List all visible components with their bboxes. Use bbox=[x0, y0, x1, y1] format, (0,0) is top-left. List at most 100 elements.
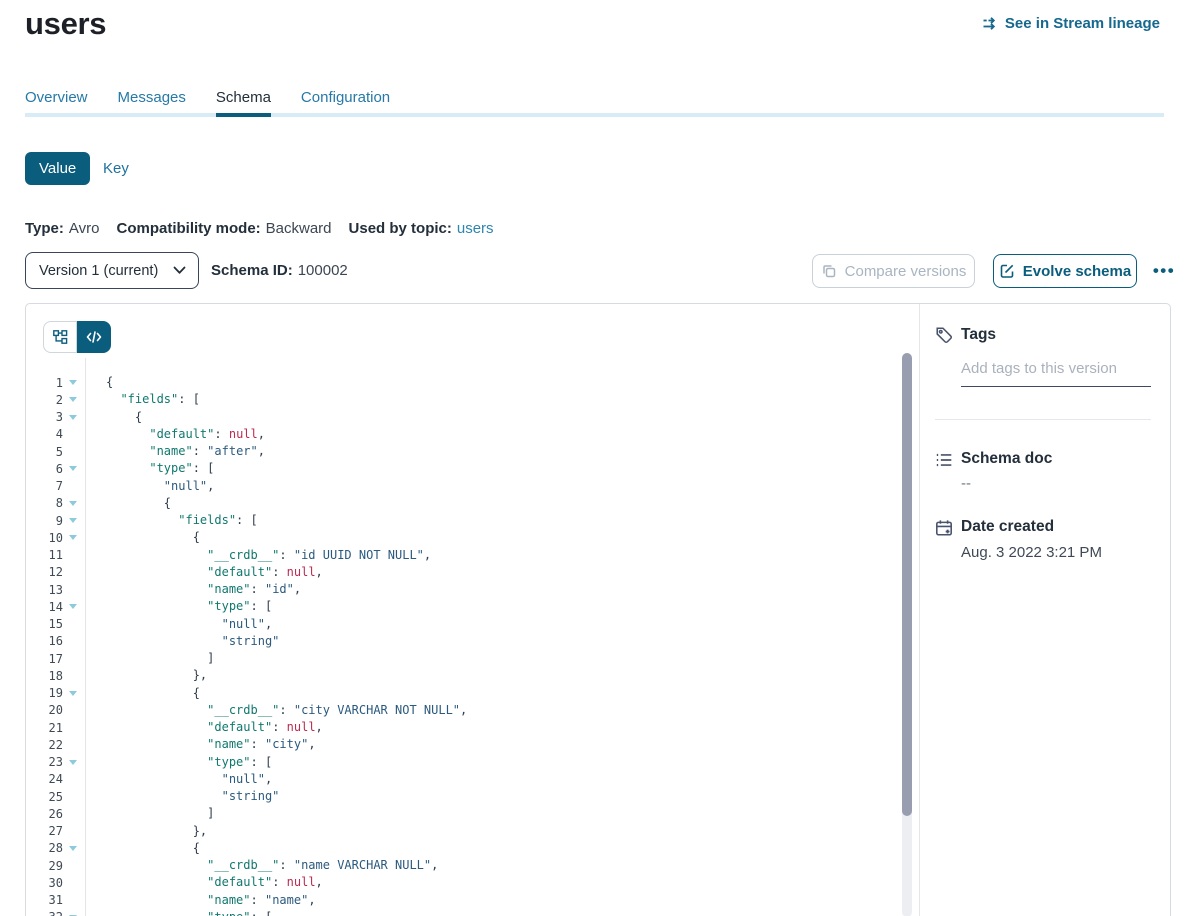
line-number: 28 bbox=[26, 841, 63, 855]
sidebar-divider bbox=[919, 304, 920, 916]
version-select[interactable]: Version 1 (current) bbox=[25, 252, 199, 289]
line-number: 32 bbox=[26, 910, 63, 916]
gutter-row: 4 bbox=[26, 426, 82, 443]
code-line: "__crdb__": "name VARCHAR NULL", bbox=[106, 857, 896, 874]
line-number: 13 bbox=[26, 583, 63, 597]
line-number: 19 bbox=[26, 686, 63, 700]
gutter-row: 22 bbox=[26, 736, 82, 753]
schema-doc-value: -- bbox=[961, 475, 971, 492]
fold-arrow-icon[interactable] bbox=[69, 415, 77, 420]
fold-arrow-icon[interactable] bbox=[69, 760, 77, 765]
gutter-row: 5 bbox=[26, 443, 82, 460]
tab-bar: Overview Messages Schema Configuration bbox=[25, 89, 390, 113]
code-view-icon bbox=[86, 330, 102, 344]
gutter-row: 24 bbox=[26, 771, 82, 788]
add-tags-input[interactable] bbox=[961, 356, 1151, 387]
tab-configuration[interactable]: Configuration bbox=[301, 89, 390, 113]
gutter-row: 2 bbox=[26, 391, 82, 408]
line-number: 7 bbox=[26, 479, 63, 493]
code-line: "null", bbox=[106, 616, 896, 633]
schema-meta-row: Type: Avro Compatibility mode: Backward … bbox=[25, 220, 494, 237]
evolve-schema-button[interactable]: Evolve schema bbox=[993, 254, 1137, 288]
gutter-row: 23 bbox=[26, 754, 82, 771]
line-number: 2 bbox=[26, 393, 63, 407]
version-select-value: Version 1 (current) bbox=[39, 263, 158, 279]
line-number: 8 bbox=[26, 496, 63, 510]
fold-arrow-icon[interactable] bbox=[69, 466, 77, 471]
code-line: }, bbox=[106, 823, 896, 840]
gutter-row: 7 bbox=[26, 478, 82, 495]
gutter-row: 21 bbox=[26, 719, 82, 736]
code-line: "__crdb__": "city VARCHAR NOT NULL", bbox=[106, 702, 896, 719]
code-line: "fields": [ bbox=[106, 512, 896, 529]
code-line: { bbox=[106, 529, 896, 546]
line-number: 27 bbox=[26, 824, 63, 838]
tab-schema[interactable]: Schema bbox=[216, 89, 271, 113]
schema-detail-panel: 1234567891011121314151617181920212223242… bbox=[25, 303, 1171, 916]
fold-arrow-icon[interactable] bbox=[69, 535, 77, 540]
line-number: 17 bbox=[26, 652, 63, 666]
line-number: 29 bbox=[26, 859, 63, 873]
code-line: { bbox=[106, 409, 896, 426]
line-number: 1 bbox=[26, 376, 63, 390]
code-line: "default": null, bbox=[106, 426, 896, 443]
schema-id-value: 100002 bbox=[298, 262, 348, 279]
line-number: 15 bbox=[26, 617, 63, 631]
code-line: "string" bbox=[106, 633, 896, 650]
code-line: "fields": [ bbox=[106, 391, 896, 408]
schema-code-editor[interactable]: { "fields": [ { "default": null, "name":… bbox=[106, 374, 896, 916]
tags-section-divider bbox=[935, 419, 1151, 420]
line-number: 22 bbox=[26, 738, 63, 752]
gutter-row: 8 bbox=[26, 495, 82, 512]
line-number: 5 bbox=[26, 445, 63, 459]
code-line: "null", bbox=[106, 478, 896, 495]
code-line: "name": "city", bbox=[106, 736, 896, 753]
fold-arrow-icon[interactable] bbox=[69, 397, 77, 402]
line-number: 11 bbox=[26, 548, 63, 562]
fold-arrow-icon[interactable] bbox=[69, 501, 77, 506]
tree-view-button[interactable] bbox=[43, 321, 77, 353]
key-toggle-link[interactable]: Key bbox=[103, 160, 129, 177]
value-toggle-button[interactable]: Value bbox=[25, 152, 90, 185]
line-number: 3 bbox=[26, 410, 63, 424]
more-options-button[interactable]: ••• bbox=[1142, 252, 1186, 289]
gutter-row: 10 bbox=[26, 529, 82, 546]
code-line: }, bbox=[106, 667, 896, 684]
compatibility-label: Compatibility mode: bbox=[116, 220, 260, 237]
tab-overview[interactable]: Overview bbox=[25, 89, 88, 113]
fold-arrow-icon[interactable] bbox=[69, 846, 77, 851]
scrollbar-thumb[interactable] bbox=[902, 353, 912, 816]
gutter-row: 15 bbox=[26, 616, 82, 633]
fold-arrow-icon[interactable] bbox=[69, 691, 77, 696]
gutter-divider bbox=[85, 358, 86, 916]
gutter-row: 17 bbox=[26, 650, 82, 667]
tab-messages[interactable]: Messages bbox=[118, 89, 186, 113]
gutter-row: 16 bbox=[26, 633, 82, 650]
gutter-row: 1 bbox=[26, 374, 82, 391]
code-line: "name": "after", bbox=[106, 443, 896, 460]
code-view-button[interactable] bbox=[77, 321, 111, 353]
code-line: "null", bbox=[106, 771, 896, 788]
gutter-row: 19 bbox=[26, 685, 82, 702]
fold-arrow-icon[interactable] bbox=[69, 604, 77, 609]
code-line: ] bbox=[106, 805, 896, 822]
compare-versions-button[interactable]: Compare versions bbox=[812, 254, 975, 288]
line-number: 25 bbox=[26, 790, 63, 804]
date-created-value: Aug. 3 2022 3:21 PM bbox=[961, 544, 1102, 561]
fold-arrow-icon[interactable] bbox=[69, 380, 77, 385]
line-number: 18 bbox=[26, 669, 63, 683]
code-line: "type": [ bbox=[106, 598, 896, 615]
code-line: "string" bbox=[106, 788, 896, 805]
topic-link[interactable]: users bbox=[457, 220, 494, 237]
code-line: "default": null, bbox=[106, 719, 896, 736]
code-line: "default": null, bbox=[106, 874, 896, 891]
gutter-row: 14 bbox=[26, 598, 82, 615]
gutter-row: 3 bbox=[26, 409, 82, 426]
fold-arrow-icon[interactable] bbox=[69, 518, 77, 523]
schema-doc-icon bbox=[935, 451, 953, 469]
code-line: { bbox=[106, 840, 896, 857]
line-number: 30 bbox=[26, 876, 63, 890]
gutter-row: 20 bbox=[26, 702, 82, 719]
stream-lineage-link[interactable]: See in Stream lineage bbox=[982, 15, 1160, 32]
line-number: 26 bbox=[26, 807, 63, 821]
